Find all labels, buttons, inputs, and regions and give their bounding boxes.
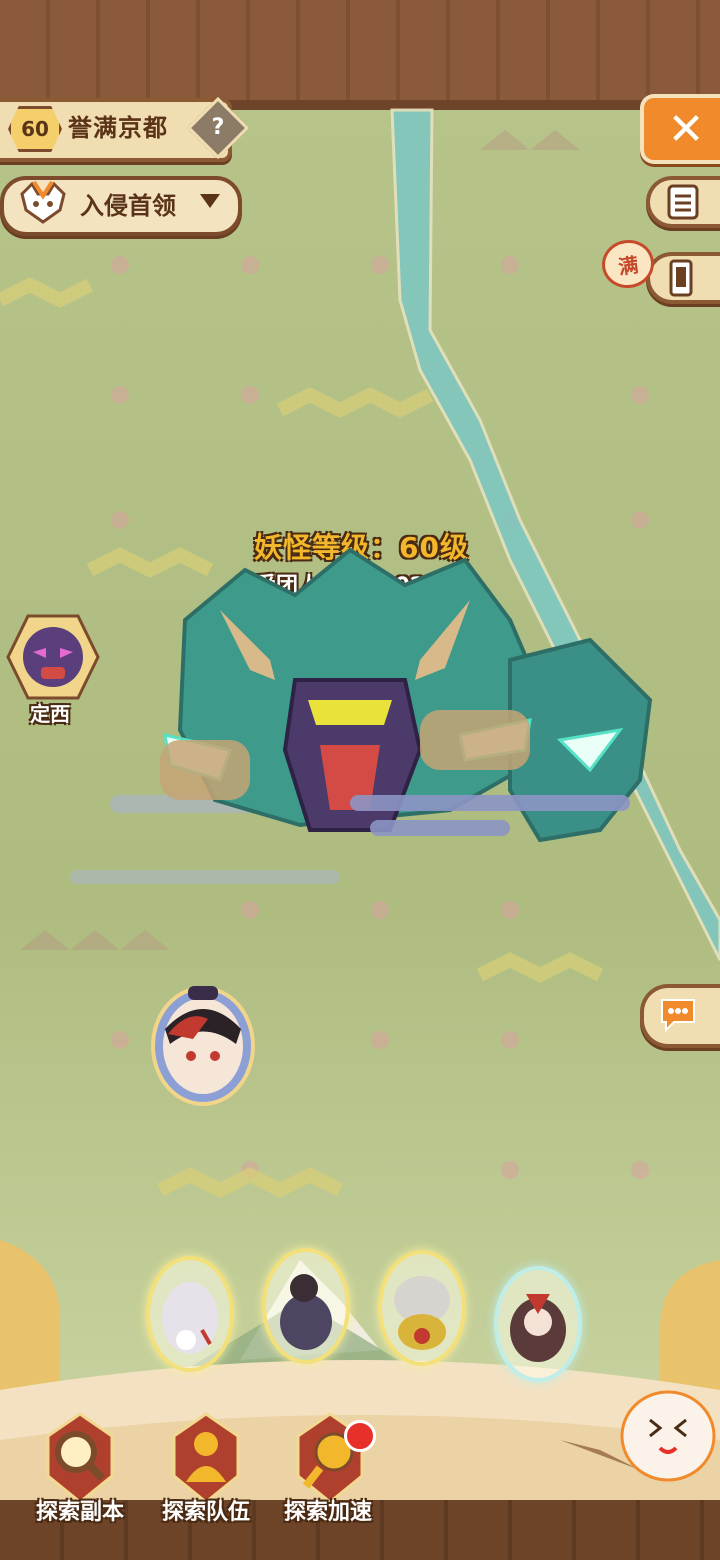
- team-slot-2[interactable]: [262, 1248, 350, 1364]
- shikigami-red-icon: [510, 1294, 566, 1362]
- boss-monster[interactable]: [70, 540, 670, 900]
- own-character-marker[interactable]: [148, 984, 258, 1108]
- shikigami-white-icon: [162, 1282, 218, 1354]
- shikigami-masked-icon: [394, 1276, 450, 1350]
- region-level: 60: [21, 117, 49, 141]
- chevron-down-icon: [200, 194, 220, 208]
- chat-bubble-icon: [661, 999, 695, 1032]
- explore-dungeon-label: 探索副本: [35, 1500, 124, 1525]
- shikigami-dark-icon: [280, 1274, 332, 1350]
- explore-accelerate-label: 探索加速: [283, 1500, 372, 1525]
- player-name-label: 定西: [30, 702, 70, 726]
- close-icon: ✕: [667, 103, 705, 155]
- demon-mask-icon: [20, 180, 66, 224]
- talisman-icon: [669, 259, 693, 297]
- record-button[interactable]: [646, 176, 720, 228]
- explore-team-label: 探索队伍: [161, 1500, 250, 1525]
- team-slot-1[interactable]: [146, 1256, 234, 1372]
- invade-leader-label: 入侵首领: [80, 192, 176, 220]
- close-button[interactable]: ✕: [640, 94, 720, 164]
- question-icon: ?: [211, 115, 225, 140]
- document-icon: [667, 184, 699, 220]
- region-name: 誉满京都: [68, 114, 168, 142]
- team-slot-3[interactable]: [378, 1250, 466, 1366]
- talisman-button[interactable]: [646, 252, 720, 304]
- chat-button[interactable]: [640, 984, 720, 1048]
- player-marker-avatar[interactable]: [6, 612, 100, 702]
- region-level-badge: 60: [8, 106, 62, 152]
- team-slot-4[interactable]: [494, 1266, 582, 1382]
- notification-dot: [344, 1420, 376, 1452]
